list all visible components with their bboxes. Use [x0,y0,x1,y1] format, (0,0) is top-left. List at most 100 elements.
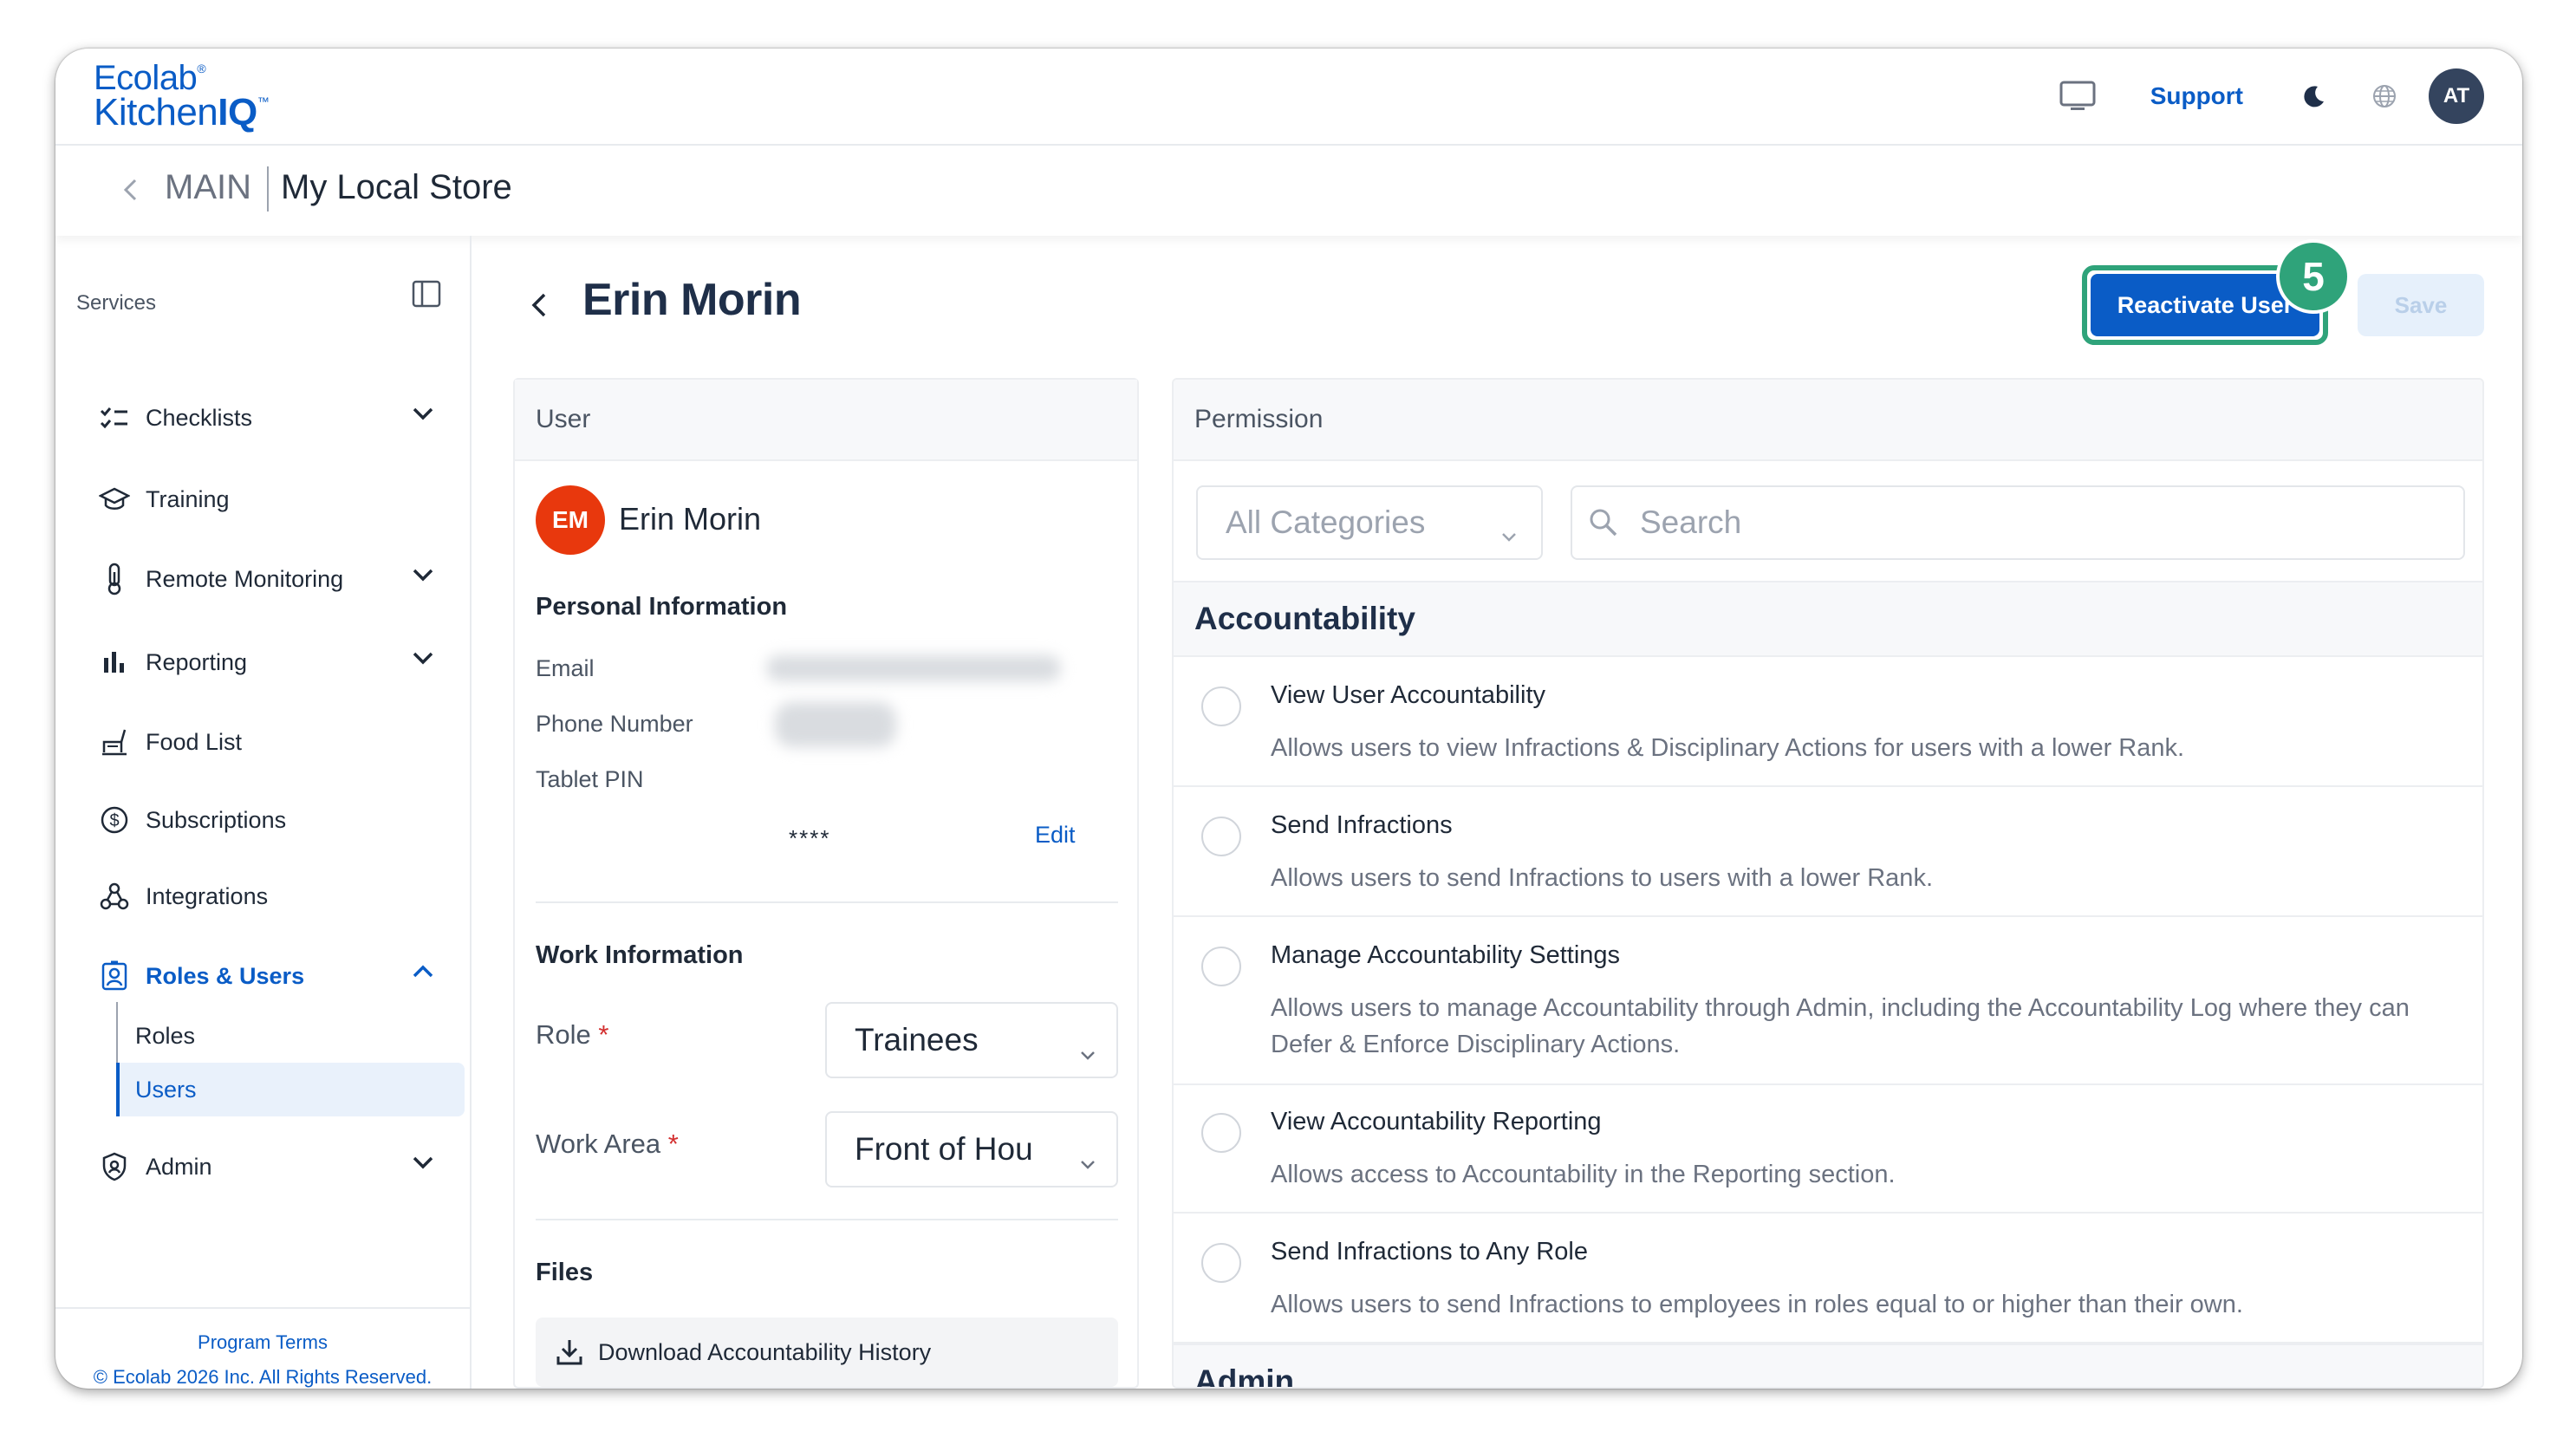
sidebar-collapse-icon[interactable] [411,279,442,313]
permission-desc: Allows users to view Infractions & Disci… [1271,734,2185,762]
permission-desc: Allows users to send Infractions to user… [1271,864,1933,892]
search-input[interactable]: Search [1571,485,2465,560]
email-label: Email [536,655,595,681]
chevron-down-icon[interactable] [411,567,435,587]
sidebar-item-remote-monitoring[interactable]: Remote Monitoring [97,553,461,605]
chevron-down-icon [1078,1142,1097,1179]
sidebar: Services Checklists Training Remote Moni… [55,236,472,1389]
sidebar-item-label: Reporting [146,648,248,675]
group-title-accountability: Accountability [1174,581,2482,657]
permission-desc: Allows access to Accountability in the R… [1271,1161,1896,1188]
group-title-admin: Admin [1174,1344,2482,1387]
work-info-title: Work Information [536,941,744,969]
permission-row: Manage Accountability Settings Allows us… [1174,917,2482,1085]
save-button[interactable]: Save [2358,274,2484,336]
logo-text-kitchen: Kitchen [94,91,218,133]
work-area-value: Front of Hou [855,1131,1033,1167]
sidebar-item-integrations[interactable]: Integrations [97,870,461,922]
permission-desc: Allows users to send Infractions to empl… [1271,1291,2243,1318]
permission-radio[interactable] [1201,686,1241,726]
sidebar-item-checklists[interactable]: Checklists [97,392,461,444]
permission-title: Send Infractions [1271,811,1453,839]
category-select[interactable]: All Categories [1196,485,1543,560]
logo-registered-mark: ® [197,62,206,75]
email-value-redacted [766,655,1061,681]
sidebar-item-label: Training [146,485,230,512]
id-badge-icon [97,959,132,993]
permission-card-header: Permission [1174,380,2482,461]
category-placeholder: All Categories [1226,504,1426,540]
step-badge: 5 [2276,239,2351,314]
sidebar-item-label: Checklists [146,404,253,431]
permission-radio[interactable] [1201,817,1241,856]
search-icon [1588,507,1619,538]
ecolab-kitcheniq-logo[interactable]: Ecolab® KitchenIQ™ [94,61,270,133]
chevron-down-icon[interactable] [411,650,435,670]
permission-row: View User Accountability Allows users to… [1174,657,2482,787]
svg-text:$: $ [109,811,119,830]
page-back-icon[interactable] [529,288,550,327]
breadcrumb-main[interactable]: MAIN [165,168,251,207]
permission-radio[interactable] [1201,947,1241,986]
sidebar-subitem-roles[interactable]: Roles [118,1009,465,1063]
sidebar-item-label: Roles & Users [146,962,305,989]
sidebar-item-reporting[interactable]: Reporting [97,636,461,688]
chevron-down-icon [1078,1033,1097,1070]
download-label: Download Accountability History [598,1338,932,1365]
program-terms-link[interactable]: Program Terms [55,1331,470,1354]
sidebar-item-food-list[interactable]: Food List [97,716,461,768]
globe-icon[interactable] [2371,83,2397,109]
thermometer-icon [97,562,132,596]
work-area-label: Work Area * [536,1129,679,1159]
sidebar-item-roles-users[interactable]: Roles & Users [97,950,461,1002]
search-placeholder: Search [1640,504,1742,540]
permission-title: View User Accountability [1271,681,1546,709]
phone-value-redacted [775,702,896,747]
permission-row: View Accountability Reporting Allows acc… [1174,1083,2482,1214]
download-accountability-history-button[interactable]: Download Accountability History [536,1318,1118,1387]
files-title: Files [536,1259,594,1286]
permission-radio[interactable] [1201,1243,1241,1283]
phone-label: Phone Number [536,711,693,737]
divider [536,901,1118,903]
user-avatar[interactable]: AT [2429,68,2484,124]
tablet-pin-label: Tablet PIN [536,766,644,792]
role-label: Role * [536,1019,609,1050]
permission-row: Send Infractions Allows users to send In… [1174,787,2482,917]
breadcrumb: MAIN My Local Store [55,146,2522,236]
app-window: Ecolab® KitchenIQ™ Support AT MAIN My Lo… [55,49,2522,1389]
user-avatar-large: EM [536,485,605,555]
bar-chart-icon [97,645,132,680]
permission-card: Permission All Categories Search Account… [1172,378,2484,1389]
work-area-select[interactable]: Front of Hou [825,1111,1118,1187]
copyright-text: © Ecolab 2026 Inc. All Rights Reserved. [93,1366,433,1388]
checklist-icon [97,400,132,435]
user-card-header: User [515,380,1137,461]
sidebar-subitem-users[interactable]: Users [118,1063,465,1116]
divider [536,1219,1118,1220]
sidebar-item-label: Food List [146,728,243,755]
sidebar-item-label: Admin [146,1153,212,1180]
role-value: Trainees [855,1022,979,1057]
sidebar-item-label: Remote Monitoring [146,565,344,592]
support-link[interactable]: Support [2150,82,2243,110]
sidebar-item-label: Integrations [146,882,269,909]
breadcrumb-store[interactable]: My Local Store [281,168,512,207]
monitor-icon[interactable] [2059,80,2097,113]
permission-radio[interactable] [1201,1113,1241,1153]
sidebar-item-training[interactable]: Training [97,473,461,525]
chevron-up-icon[interactable] [411,964,435,984]
chevron-down-icon [1499,515,1519,551]
breadcrumb-back-icon[interactable] [121,175,139,209]
personal-info-title: Personal Information [536,593,788,621]
chevron-down-icon[interactable] [411,1155,435,1174]
moon-icon[interactable] [2302,84,2326,108]
user-name: Erin Morin [619,501,762,537]
role-select[interactable]: Trainees [825,1002,1118,1078]
chevron-down-icon[interactable] [411,406,435,426]
permission-title: View Accountability Reporting [1271,1108,1602,1135]
sidebar-item-admin[interactable]: Admin [97,1141,461,1193]
logo-text-iq: IQ [218,91,257,133]
sidebar-item-subscriptions[interactable]: $ Subscriptions [97,794,461,846]
edit-pin-link[interactable]: Edit [1035,822,1076,849]
